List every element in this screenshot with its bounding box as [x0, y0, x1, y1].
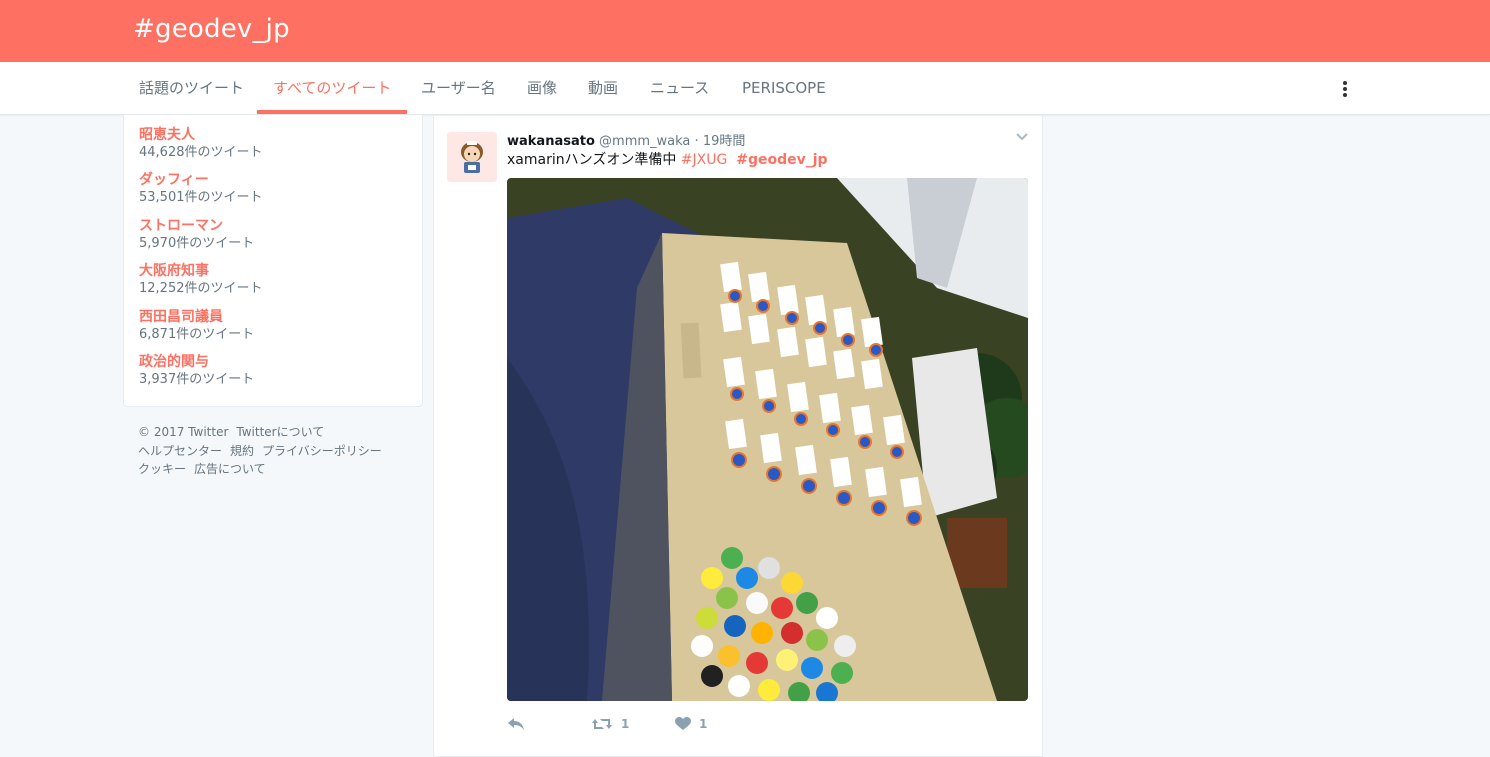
like-button[interactable]: 1	[675, 714, 707, 734]
tweet-timestamp[interactable]: 19時間	[703, 134, 746, 149]
trend-item[interactable]: 大阪府知事 12,252件のツイート	[139, 262, 263, 298]
footer-ads-link[interactable]: 広告について	[194, 462, 266, 476]
tab-accounts[interactable]: ユーザー名	[421, 62, 496, 114]
trend-item[interactable]: 昭恵夫人 44,628件のツイート	[139, 126, 263, 162]
trend-name: 大阪府知事	[139, 263, 209, 279]
footer-copyright[interactable]: © 2017 Twitter	[138, 425, 228, 439]
tweet-handle[interactable]: @mmm_waka	[599, 134, 690, 149]
heart-icon	[675, 717, 691, 730]
tweet-photo[interactable]	[507, 178, 1028, 701]
trend-item[interactable]: 政治的関与 3,937件のツイート	[139, 353, 254, 389]
trend-item[interactable]: ストローマン 5,970件のツイート	[139, 217, 254, 253]
tweet-username[interactable]: wakanasato	[507, 134, 595, 149]
trend-count: 6,871件のツイート	[139, 327, 255, 342]
trend-name: ダッフィー	[139, 172, 209, 188]
tab-photos[interactable]: 画像	[527, 62, 557, 114]
kebab-menu-icon[interactable]	[1335, 76, 1355, 102]
hashtag-link[interactable]: #geodev_jp	[736, 152, 827, 168]
footer-help-link[interactable]: ヘルプセンター	[138, 444, 222, 458]
footer-terms-link[interactable]: 規約	[230, 444, 254, 458]
trend-count: 12,252件のツイート	[139, 281, 263, 296]
footer-about-link[interactable]: Twitterについて	[236, 425, 324, 439]
like-count: 1	[699, 717, 708, 731]
retweet-count: 1	[621, 717, 630, 731]
reply-icon[interactable]	[507, 714, 525, 734]
tab-periscope[interactable]: PERISCOPE	[742, 62, 826, 114]
tab-top-tweets[interactable]: 話題のツイート	[139, 62, 244, 114]
tweet-actions: 1 1	[507, 714, 807, 734]
tab-all-tweets[interactable]: すべてのツイート	[256, 62, 408, 114]
trend-count: 53,501件のツイート	[139, 190, 263, 205]
retweet-icon	[592, 719, 612, 729]
page-header: #geodev_jp	[0, 0, 1490, 62]
trend-count: 3,937件のツイート	[139, 372, 255, 387]
search-nav: 話題のツイート すべてのツイート ユーザー名 画像 動画 ニュース PERISC…	[0, 62, 1490, 115]
trend-name: 西田昌司議員	[139, 309, 223, 325]
trend-name: 政治的関与	[139, 354, 209, 370]
trend-name: ストローマン	[139, 218, 223, 234]
chevron-down-icon[interactable]	[1014, 128, 1030, 147]
avatar[interactable]	[447, 132, 497, 182]
tab-videos[interactable]: 動画	[588, 62, 618, 114]
tweet-text: xamarinハンズオン準備中 #JXUG #geodev_jp	[507, 149, 828, 169]
tweet-header: wakanasato @mmm_waka · 19時間	[507, 130, 745, 149]
site-footer: © 2017 Twitter Twitterについて ヘルプセンター 規約 プライバシ…	[138, 423, 418, 479]
trend-item[interactable]: 西田昌司議員 6,871件のツイート	[139, 308, 254, 344]
trends-module: 昭恵夫人 44,628件のツイート ダッフィー 53,501件のツイート ストロ…	[123, 115, 423, 407]
tweet-body: xamarinハンズオン準備中	[507, 152, 681, 168]
hashtag-link[interactable]: #JXUG	[681, 152, 728, 168]
trend-count: 5,970件のツイート	[139, 236, 255, 251]
trend-count: 44,628件のツイート	[139, 145, 263, 160]
trend-name: 昭恵夫人	[139, 127, 195, 143]
retweet-button[interactable]: 1	[591, 714, 629, 734]
footer-cookies-link[interactable]: クッキー	[138, 462, 186, 476]
tweet-separator: ·	[694, 134, 699, 149]
tab-news[interactable]: ニュース	[650, 62, 709, 114]
trend-item[interactable]: ダッフィー 53,501件のツイート	[139, 171, 263, 207]
tweet-card[interactable]: wakanasato @mmm_waka · 19時間 xamarinハンズオン…	[433, 116, 1043, 757]
page-title: #geodev_jp	[133, 14, 290, 44]
footer-privacy-link[interactable]: プライバシーポリシー	[262, 444, 382, 458]
